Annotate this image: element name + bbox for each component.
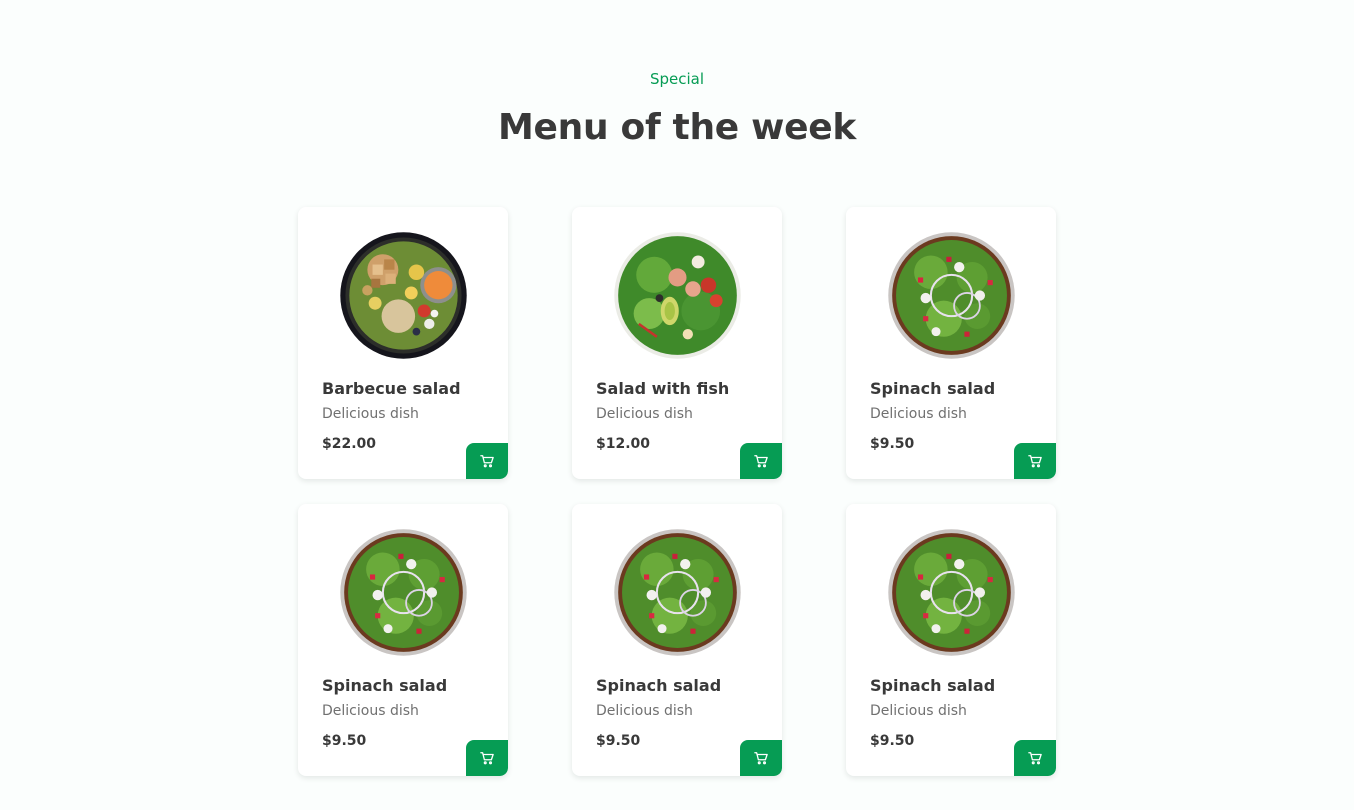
menu-card: Spinach salad Delicious dish $9.50 bbox=[846, 504, 1056, 776]
menu-grid: Barbecue salad Delicious dish $22.00 Sal… bbox=[298, 207, 1056, 776]
add-to-cart-button[interactable] bbox=[1014, 740, 1056, 776]
dish-description: Delicious dish bbox=[596, 406, 693, 422]
dish-price: $22.00 bbox=[322, 436, 377, 452]
cart-icon bbox=[480, 752, 494, 765]
spinach-salad-image bbox=[613, 528, 742, 657]
fish-salad-image bbox=[613, 231, 742, 360]
menu-card: Spinach salad Delicious dish $9.50 bbox=[846, 207, 1056, 479]
menu-card: Spinach salad Delicious dish $9.50 bbox=[298, 504, 508, 776]
dish-name: Salad with fish bbox=[596, 379, 730, 398]
add-to-cart-button[interactable] bbox=[1014, 443, 1056, 479]
dish-description: Delicious dish bbox=[870, 703, 967, 719]
barbecue-salad-image bbox=[339, 231, 468, 360]
cart-icon bbox=[480, 455, 494, 468]
dish-price: $9.50 bbox=[322, 733, 367, 749]
dish-description: Delicious dish bbox=[596, 703, 693, 719]
cart-icon bbox=[1028, 455, 1042, 468]
cart-icon bbox=[754, 752, 768, 765]
add-to-cart-button[interactable] bbox=[466, 740, 508, 776]
dish-price: $12.00 bbox=[596, 436, 651, 452]
spinach-salad-image bbox=[339, 528, 468, 657]
dish-price: $9.50 bbox=[870, 733, 915, 749]
dish-description: Delicious dish bbox=[322, 406, 419, 422]
menu-section: Special Menu of the week Barbecue salad … bbox=[0, 0, 1354, 810]
spinach-salad-image bbox=[887, 528, 1016, 657]
section-title: Menu of the week bbox=[498, 107, 856, 148]
spinach-salad-image bbox=[887, 231, 1016, 360]
cart-icon bbox=[754, 455, 768, 468]
menu-card: Salad with fish Delicious dish $12.00 bbox=[572, 207, 782, 479]
dish-description: Delicious dish bbox=[870, 406, 967, 422]
dish-name: Spinach salad bbox=[870, 379, 996, 398]
dish-name: Spinach salad bbox=[596, 676, 722, 695]
menu-card: Spinach salad Delicious dish $9.50 bbox=[572, 504, 782, 776]
add-to-cart-button[interactable] bbox=[740, 740, 782, 776]
dish-price: $9.50 bbox=[870, 436, 915, 452]
add-to-cart-button[interactable] bbox=[466, 443, 508, 479]
dish-name: Barbecue salad bbox=[322, 379, 461, 398]
add-to-cart-button[interactable] bbox=[740, 443, 782, 479]
cart-icon bbox=[1028, 752, 1042, 765]
dish-name: Spinach salad bbox=[870, 676, 996, 695]
section-subtitle: Special bbox=[649, 70, 705, 88]
dish-price: $9.50 bbox=[596, 733, 641, 749]
dish-name: Spinach salad bbox=[322, 676, 448, 695]
menu-card: Barbecue salad Delicious dish $22.00 bbox=[298, 207, 508, 479]
dish-description: Delicious dish bbox=[322, 703, 419, 719]
